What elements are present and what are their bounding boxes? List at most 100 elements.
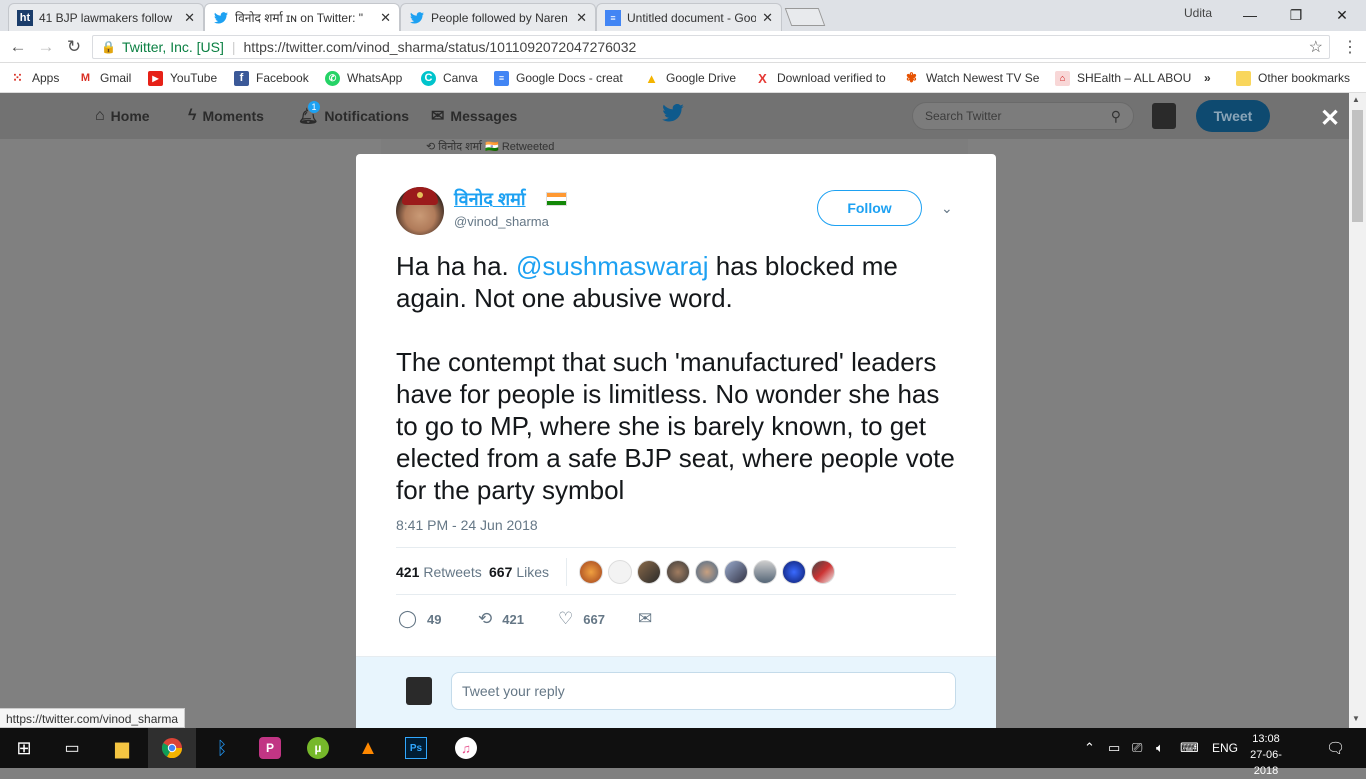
divider: | [231,39,236,55]
bluetooth-icon[interactable]: ᛒ [198,728,246,768]
task-view-icon[interactable]: ▭ [48,728,96,768]
likes-stat[interactable]: 667 Likes [489,564,549,580]
chrome-menu-icon[interactable]: ⋮ [1342,37,1358,57]
envelope-icon: ✉ [638,609,653,628]
network-icon[interactable]: ⎚ [1132,728,1142,768]
liker-avatar[interactable] [666,560,690,584]
scroll-down-arrow-icon[interactable]: ▼ [1352,714,1360,723]
photoshop-icon[interactable]: Ps [392,728,440,768]
home-icon: ⌂ [95,107,105,124]
close-tab-icon[interactable]: ✕ [762,10,773,26]
tab-untitled-document[interactable]: ≡ Untitled document - Goo ✕ [596,3,782,31]
user-avatar [406,677,432,705]
direct-message-action[interactable]: ✉ [638,609,662,629]
show-hidden-icons-icon[interactable]: ⌃ [1084,728,1095,768]
bookmark-other[interactable]: Other bookmarks [1236,68,1350,88]
itunes-icon[interactable]: ♫ [442,728,490,768]
search-icon[interactable]: ⚲ [1111,108,1121,125]
liker-avatar[interactable] [608,560,632,584]
reply-input[interactable]: Tweet your reply [451,672,956,710]
india-flag-icon [546,192,567,206]
close-tab-icon[interactable]: ✕ [576,10,587,26]
author-handle[interactable]: @vinod_sharma [454,214,549,229]
volume-icon[interactable]: 🔈︎ [1156,728,1164,768]
keyboard-icon[interactable]: ⌨ [1180,728,1199,768]
minimize-icon[interactable]: — [1228,2,1272,28]
liker-avatar[interactable] [811,560,835,584]
chrome-taskbar-icon[interactable] [148,728,196,768]
liker-avatar[interactable] [637,560,661,584]
author-avatar[interactable] [396,187,444,235]
bookmark-youtube[interactable]: ▶ YouTube [148,68,217,88]
reload-icon[interactable]: ↻ [62,35,86,59]
like-action[interactable]: ♡ 667 [558,609,605,629]
utorrent-icon[interactable]: µ [294,728,342,768]
bookmark-watch-tv[interactable]: ✾ Watch Newest TV Se [904,68,1039,88]
retweet-action[interactable]: ⟲ 421 [478,609,524,629]
back-icon[interactable]: ← [6,35,30,59]
retweets-stat[interactable]: 421 Retweets [396,564,482,580]
liker-avatar[interactable] [695,560,719,584]
author-display-name[interactable]: विनोद शर्मा [454,187,526,211]
window-user-label[interactable]: Udita [1184,6,1212,20]
bookmark-facebook[interactable]: f Facebook [234,68,309,88]
url-text[interactable]: https://twitter.com/vinod_sharma/status/… [244,39,637,55]
vlc-icon[interactable]: ▲ [344,728,392,768]
scrollbar-thumb[interactable] [1352,110,1363,222]
reply-action[interactable]: ◯ 49 [398,609,442,629]
lightning-icon: ϟ [188,107,197,124]
address-bar[interactable]: 🔒 Twitter, Inc. [US] | https://twitter.c… [92,35,1330,59]
close-window-icon[interactable]: ✕ [1320,2,1364,28]
search-twitter-input[interactable]: Search Twitter ⚲ [912,102,1134,130]
mention-link[interactable]: @sushmaswaraj [516,251,709,281]
lock-icon: 🔒 [101,40,116,54]
bookmark-download-verified[interactable]: X Download verified to [755,68,886,88]
file-explorer-icon[interactable]: ▆ [98,728,146,768]
more-bookmarks-chevron[interactable]: » [1204,68,1211,88]
reply-icon: ◯ [398,609,418,628]
tweet-timestamp[interactable]: 8:41 PM - 24 Jun 2018 [396,517,538,533]
twitter-logo-icon[interactable] [662,103,684,122]
action-center-icon[interactable]: 🗨︎ [1326,728,1345,768]
bookmark-star-icon[interactable]: ☆ [1309,37,1323,57]
nav-home[interactable]: ⌂ Home [95,100,150,132]
compose-tweet-button[interactable]: Tweet [1196,100,1270,132]
bookmark-shealth[interactable]: ⌂ SHEalth – ALL ABOU [1055,68,1191,88]
bookmark-google-drive[interactable]: ▲ Google Drive [644,68,736,88]
nav-moments[interactable]: ϟ Moments [188,100,264,132]
nav-messages[interactable]: ✉ Messages [431,100,517,132]
new-tab-button[interactable] [784,8,826,26]
tab-vinod-tweet[interactable]: विनोद शर्मा ɪɴ on Twitter: " ✕ [204,3,400,31]
picsart-icon[interactable]: P [246,728,294,768]
tweet-stats: 421 Retweets 667 Likes [396,547,956,595]
close-tab-icon[interactable]: ✕ [184,10,195,26]
chevron-down-icon[interactable]: ⌄ [941,200,953,217]
liker-avatar[interactable] [579,560,603,584]
bookmark-google-docs[interactable]: ≡ Google Docs - creat [494,68,623,88]
tab-people-followed[interactable]: People followed by Naren ✕ [400,3,596,31]
scroll-up-arrow-icon[interactable]: ▲ [1352,95,1360,104]
forward-icon[interactable]: → [34,35,58,59]
twitter-bird-icon [213,10,229,26]
language-indicator[interactable]: ENG [1212,728,1238,768]
folder-icon [1236,70,1251,86]
account-avatar[interactable] [1152,103,1176,129]
liker-avatar[interactable] [753,560,777,584]
liker-avatar[interactable] [724,560,748,584]
liker-avatar[interactable] [782,560,806,584]
close-modal-icon[interactable]: ✕ [1320,104,1340,133]
bookmark-apps[interactable]: ⁙ Apps [10,68,59,88]
google-docs-icon: ≡ [494,70,509,86]
google-drive-icon: ▲ [645,70,658,86]
bookmark-canva[interactable]: C Canva [421,68,478,88]
tab-bjp-lawmakers[interactable]: ht 41 BJP lawmakers follow ✕ [8,3,204,31]
windows-start-icon[interactable]: ⊞ [0,728,48,768]
bookmark-gmail[interactable]: M Gmail [78,68,131,88]
close-tab-icon[interactable]: ✕ [380,10,391,26]
battery-icon[interactable]: ▭ [1108,728,1120,768]
system-clock[interactable]: 13:08 27-06-2018 [1244,731,1288,779]
bookmark-whatsapp[interactable]: ✆ WhatsApp [325,68,402,88]
link-status-bubble: https://twitter.com/vinod_sharma [0,708,186,728]
maximize-icon[interactable]: ❐ [1274,2,1318,28]
follow-button[interactable]: Follow [817,190,922,226]
